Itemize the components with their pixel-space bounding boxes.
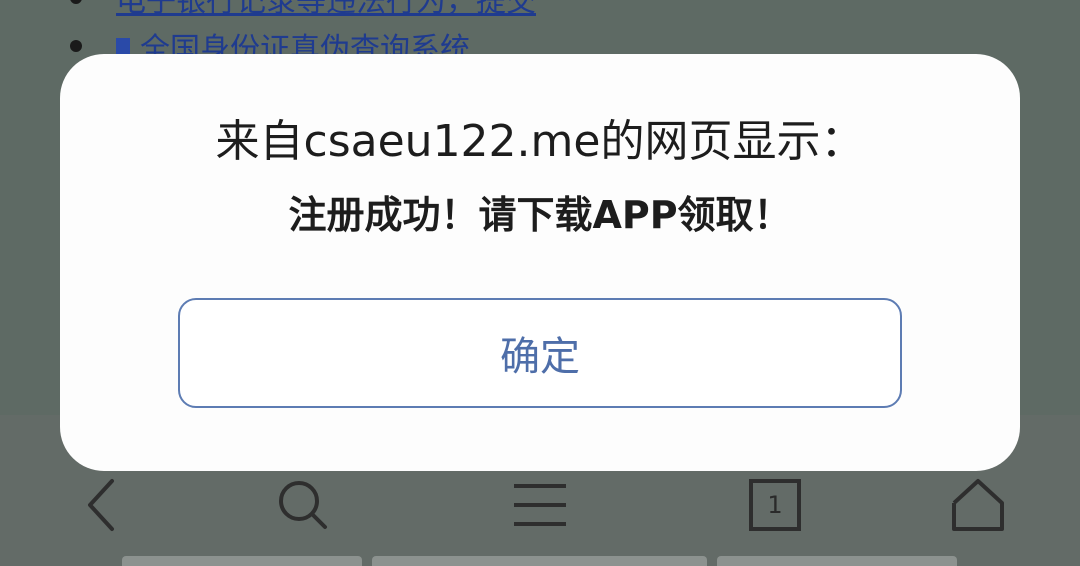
back-chevron-icon	[88, 479, 114, 531]
dialog-message: 注册成功！请下载APP领取！	[288, 193, 792, 237]
confirm-button[interactable]: 确定	[178, 298, 902, 408]
search-button[interactable]	[258, 465, 348, 545]
alert-dialog: 来自csaeu122.me的网页显示： 注册成功！请下载APP领取！ 确定	[60, 54, 1020, 471]
home-button[interactable]	[933, 465, 1023, 545]
link-text: 电子银行记录等违法行为，提交	[116, 0, 536, 19]
bullet	[70, 40, 82, 52]
tabs-button[interactable]: 1	[730, 465, 820, 545]
bottom-strip	[372, 556, 707, 566]
phone-screen: 电子银行记录等违法行为，提交 全国身份证真伪查询系统 1 来自csaeu122.…	[0, 0, 1080, 566]
menu-icon	[514, 484, 566, 526]
search-icon	[279, 481, 327, 529]
list-item: 电子银行记录等违法行为，提交	[70, 0, 536, 19]
back-button[interactable]	[57, 465, 147, 545]
home-icon	[952, 479, 1004, 531]
dialog-title: 来自csaeu122.me的网页显示：	[215, 116, 865, 167]
document-icon	[116, 38, 130, 54]
bottom-strip	[717, 556, 957, 566]
tab-count: 1	[767, 491, 783, 519]
bottom-strip	[122, 556, 362, 566]
menu-button[interactable]	[495, 465, 585, 545]
bullet	[70, 0, 82, 4]
